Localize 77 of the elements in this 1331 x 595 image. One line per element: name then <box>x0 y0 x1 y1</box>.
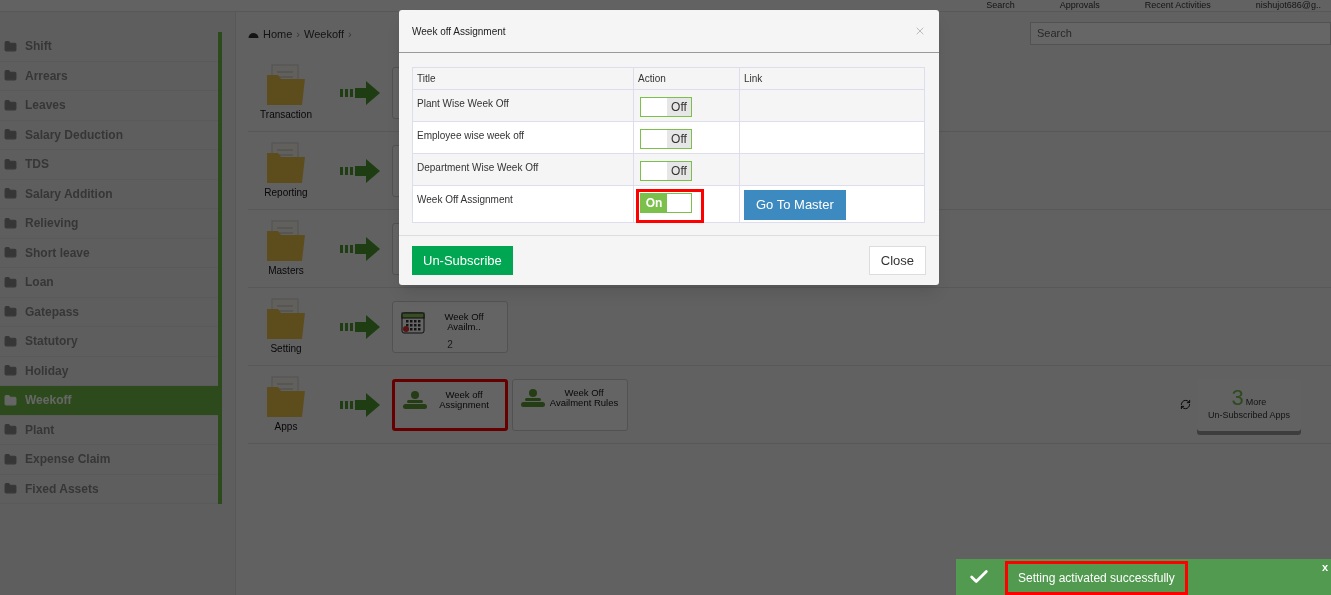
app-title: Week Off Availment Rules <box>549 387 619 408</box>
toggle-switch[interactable]: Off <box>640 129 692 149</box>
column-header: Title <box>412 67 634 90</box>
folder-icon <box>4 128 17 142</box>
table-cell: Employee wise week off <box>412 121 634 154</box>
toggle-label: Off <box>667 130 691 148</box>
dialog-title: Week off Assignment <box>412 24 506 39</box>
more-word: More <box>1245 395 1267 409</box>
folder-icon <box>4 482 17 496</box>
top-nav-link[interactable]: nishujot686@g.. <box>1255 1 1321 10</box>
folder-icon <box>4 246 17 260</box>
breadcrumb-separator: › <box>347 26 352 42</box>
toggle-label: Off <box>667 162 691 180</box>
folder-icon <box>4 98 17 112</box>
folder-icon <box>264 63 308 107</box>
sidebar-item[interactable]: Weekoff <box>0 386 218 416</box>
section-label: Reporting <box>264 186 308 200</box>
person-icon <box>521 387 545 408</box>
folder-icon <box>4 393 17 407</box>
app-card[interactable]: Week Off Availm.. 2 <box>392 300 508 353</box>
column-header: Action <box>633 67 740 90</box>
search-field[interactable]: Search <box>1030 21 1331 45</box>
top-nav-link[interactable]: Search <box>986 1 1015 10</box>
arrow-right-icon <box>340 236 380 261</box>
section-label: Masters <box>268 264 304 278</box>
close-icon[interactable] <box>914 25 926 37</box>
top-nav-link[interactable]: Recent Activities <box>1144 1 1211 10</box>
folder-icon <box>4 39 17 53</box>
folder-icon <box>264 219 308 263</box>
app-card[interactable]: Week off Assignment <box>392 378 508 431</box>
table-cell: Plant Wise Week Off <box>412 89 634 122</box>
arrow-right-icon <box>340 80 380 105</box>
toggle-label: Off <box>667 98 691 116</box>
toggle-switch[interactable]: Off <box>640 97 692 117</box>
more-label: Un-Subscribed Apps <box>1207 409 1290 422</box>
go-to-master-button[interactable]: Go To Master <box>744 190 846 220</box>
app-title: Week off Assignment <box>438 389 490 410</box>
section-label: Apps <box>274 420 298 434</box>
app-card[interactable]: Week Off Availment Rules <box>512 378 628 431</box>
arrow-right-icon <box>340 392 380 417</box>
breadcrumb-separator: › <box>296 26 300 42</box>
folder-icon <box>264 141 308 185</box>
toast-close[interactable]: x <box>1321 559 1328 576</box>
unsubscribe-button[interactable]: Un-Subscribe <box>412 246 513 275</box>
folder-icon <box>4 69 17 83</box>
folder-icon <box>264 375 308 419</box>
close-button[interactable]: Close <box>868 246 926 275</box>
breadcrumb-link[interactable]: Weekoff <box>304 25 344 43</box>
folder-icon <box>4 216 17 230</box>
toggle-switch[interactable]: On <box>640 193 692 213</box>
section-label: Setting <box>270 342 302 356</box>
app-title: Week Off Availm.. <box>443 311 485 332</box>
arrow-right-icon <box>340 158 380 183</box>
calendar-icon <box>401 309 425 334</box>
toggle-switch[interactable]: Off <box>640 161 692 181</box>
folder-icon <box>4 157 17 171</box>
table-cell: Week Off Assignment <box>412 185 634 223</box>
toast-message: Setting activated successfully <box>1005 561 1188 595</box>
folder-icon <box>264 297 308 341</box>
folder-icon <box>4 364 17 378</box>
folder-icon <box>4 452 17 466</box>
top-nav-link[interactable]: Approvals <box>1059 1 1100 10</box>
folder-icon <box>4 187 17 201</box>
folder-icon <box>4 275 17 289</box>
app-count: 2 <box>447 337 453 352</box>
more-count: 3 <box>1231 386 1244 409</box>
toggle-label: On <box>641 194 667 212</box>
folder-icon <box>4 423 17 437</box>
person-icon <box>403 389 427 410</box>
section-label: Transaction <box>260 108 312 122</box>
table-cell: Department Wise Week Off <box>412 153 634 186</box>
folder-icon <box>4 334 17 348</box>
arrow-right-icon <box>340 314 380 339</box>
folder-icon <box>4 305 17 319</box>
refresh-icon[interactable] <box>1180 399 1191 410</box>
breadcrumb-link[interactable]: Home <box>263 25 293 43</box>
column-header: Link <box>739 67 925 90</box>
